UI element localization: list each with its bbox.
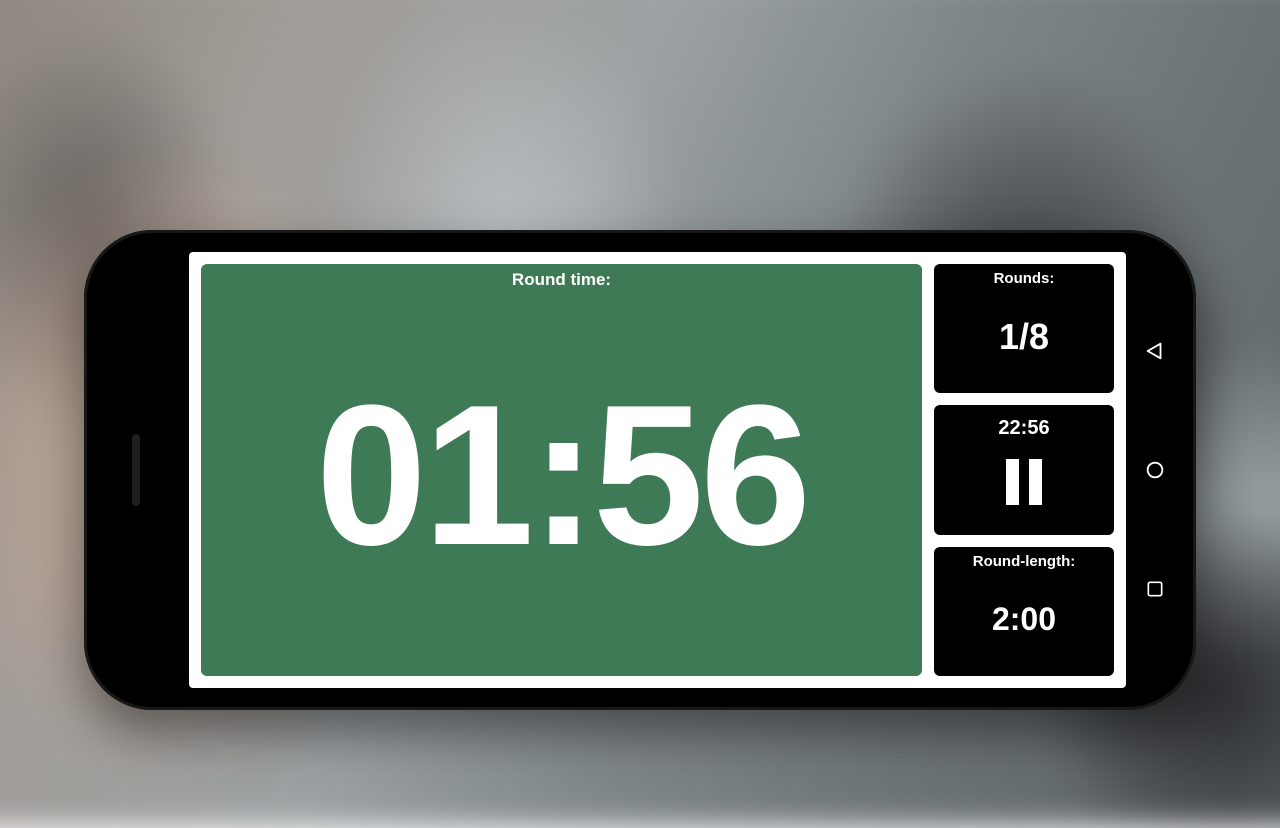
pause-icon <box>1002 457 1046 512</box>
side-column: Rounds: 1/8 22:56 Round-length: 2:00 <box>934 264 1114 676</box>
round-time-panel: Round time: 01:56 <box>201 264 922 676</box>
nav-back-button[interactable] <box>1141 337 1169 365</box>
round-length-value: 2:00 <box>992 564 1056 676</box>
round-length-card[interactable]: Round-length: 2:00 <box>934 547 1114 676</box>
android-navbar <box>1132 252 1178 688</box>
nav-recents-button[interactable] <box>1141 575 1169 603</box>
nav-home-button[interactable] <box>1141 456 1169 484</box>
app-screen: Round time: 01:56 Rounds: 1/8 22:56 <box>189 252 1126 688</box>
rounds-value: 1/8 <box>999 281 1049 393</box>
pause-card[interactable]: 22:56 <box>934 405 1114 534</box>
phone-frame: Round time: 01:56 Rounds: 1/8 22:56 <box>84 230 1196 710</box>
rounds-card[interactable]: Rounds: 1/8 <box>934 264 1114 393</box>
round-time-value: 01:56 <box>316 276 808 676</box>
